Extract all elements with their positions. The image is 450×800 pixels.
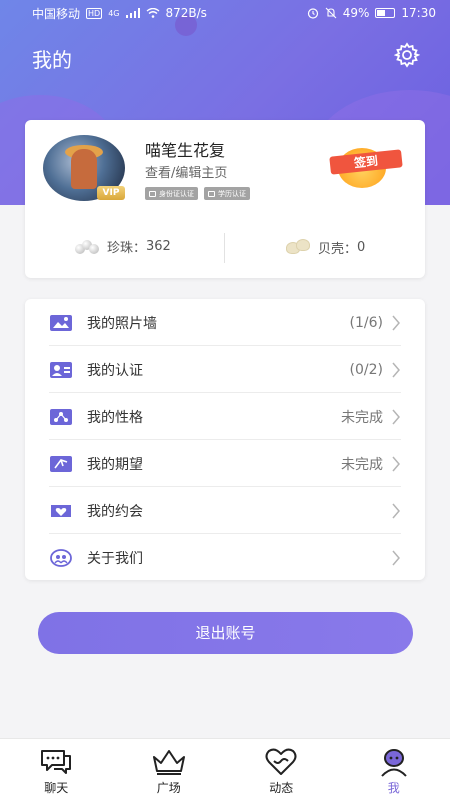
menu-item-label: 我的照片墙 — [87, 315, 157, 332]
id-verified-badge: 身份证认证 — [145, 187, 198, 200]
signal-icon — [125, 8, 140, 18]
menu-item-label: 我的性格 — [87, 409, 143, 426]
battery-percent: 49% — [342, 6, 370, 20]
chevron-right-icon — [392, 503, 400, 518]
tab-square[interactable]: 广场 — [113, 739, 226, 800]
tab-bar: 聊天 广场 动态 我 — [0, 738, 450, 800]
chevron-right-icon — [392, 409, 400, 424]
verification-icon — [50, 361, 72, 378]
menu-item-label: 关于我们 — [87, 550, 143, 567]
chevron-right-icon — [392, 456, 400, 471]
signal-indicator: 4G — [108, 8, 120, 18]
about-icon — [50, 548, 72, 567]
shell-label: 贝壳： — [318, 241, 358, 257]
crown-icon — [152, 750, 185, 775]
menu-card: 我的照片墙 (1/6) 我的认证 (0/2) 我的性格 未完成 我的期望 未完成… — [25, 299, 425, 580]
tab-label: 广场 — [156, 781, 181, 795]
carrier: 中国移动 — [32, 6, 81, 21]
menu-item-value: 未完成 — [341, 456, 383, 473]
chevron-right-icon — [392, 550, 400, 565]
profile-icon — [381, 749, 407, 777]
logout-button[interactable]: 退出账号 — [38, 612, 413, 654]
pearl-label: 珍珠： — [107, 241, 147, 256]
menu-item-value: (0/2) — [349, 361, 383, 378]
alarm-icon — [307, 8, 318, 19]
tab-label: 动态 — [269, 781, 294, 795]
menu-item-label: 我的认证 — [87, 362, 143, 379]
tab-moments[interactable]: 动态 — [225, 739, 338, 800]
shell-stat[interactable]: 贝壳： 0 — [284, 237, 365, 257]
menu-item-label: 我的期望 — [87, 456, 143, 473]
menu-item-about[interactable]: 关于我们 — [49, 534, 401, 581]
menu-item-dates[interactable]: 我的约会 — [49, 487, 401, 534]
menu-item-expectation[interactable]: 我的期望 未完成 — [49, 440, 401, 487]
personality-icon — [50, 408, 72, 425]
menu-item-label: 我的约会 — [87, 503, 143, 520]
verification-badges: 身份证认证 学历认证 — [145, 187, 250, 200]
heart-icon — [265, 748, 297, 775]
profile-card: VIP 喵笔生花复 查看/编辑主页 身份证认证 学历认证 签到 珍珠： 362 贝… — [25, 120, 425, 278]
sign-in-button[interactable]: 签到 — [329, 140, 403, 190]
date-icon — [51, 504, 71, 517]
page-title: 我的 — [32, 48, 72, 72]
chat-icon — [41, 750, 72, 774]
photo-wall-icon — [50, 314, 72, 331]
hd-badge: HD — [86, 7, 103, 19]
tab-me[interactable]: 我 — [338, 739, 450, 800]
education-verified-badge: 学历认证 — [204, 187, 250, 200]
status-bar: 中国移动 HD 4G 872B/s 49% 17:30 — [0, 0, 450, 26]
username: 喵笔生花复 — [145, 141, 226, 160]
gear-icon[interactable] — [394, 42, 420, 68]
mute-icon — [325, 7, 337, 19]
battery-icon — [375, 8, 396, 18]
menu-item-personality[interactable]: 我的性格 未完成 — [49, 393, 401, 440]
stat-divider — [224, 233, 225, 263]
pearl-stat[interactable]: 珍珠： 362 — [73, 237, 171, 256]
expectation-icon — [50, 455, 72, 472]
tab-chat[interactable]: 聊天 — [0, 739, 113, 800]
clock: 17:30 — [401, 6, 436, 20]
chevron-right-icon — [392, 362, 400, 377]
id-card-icon — [149, 190, 156, 197]
pearl-count: 362 — [146, 239, 171, 254]
menu-item-verification[interactable]: 我的认证 (0/2) — [49, 346, 401, 393]
chevron-right-icon — [392, 315, 400, 330]
sign-in-label: 签到 — [329, 149, 403, 175]
badge-label: 学历认证 — [218, 189, 246, 198]
vip-badge: VIP — [97, 186, 125, 200]
graduation-cap-icon — [208, 190, 215, 197]
shell-count: 0 — [357, 239, 366, 255]
wifi-icon — [146, 8, 159, 18]
menu-item-photo-wall[interactable]: 我的照片墙 (1/6) — [49, 299, 401, 346]
pearl-icon — [73, 238, 101, 256]
menu-item-value: 未完成 — [341, 409, 383, 426]
badge-label: 身份证认证 — [159, 189, 194, 198]
view-edit-profile-link[interactable]: 查看/编辑主页 — [145, 162, 227, 181]
tab-label: 聊天 — [44, 781, 69, 795]
tab-label: 我 — [387, 781, 400, 795]
shell-icon — [284, 237, 312, 257]
menu-item-value: (1/6) — [349, 314, 383, 331]
network-speed: 872B/s — [165, 6, 207, 20]
